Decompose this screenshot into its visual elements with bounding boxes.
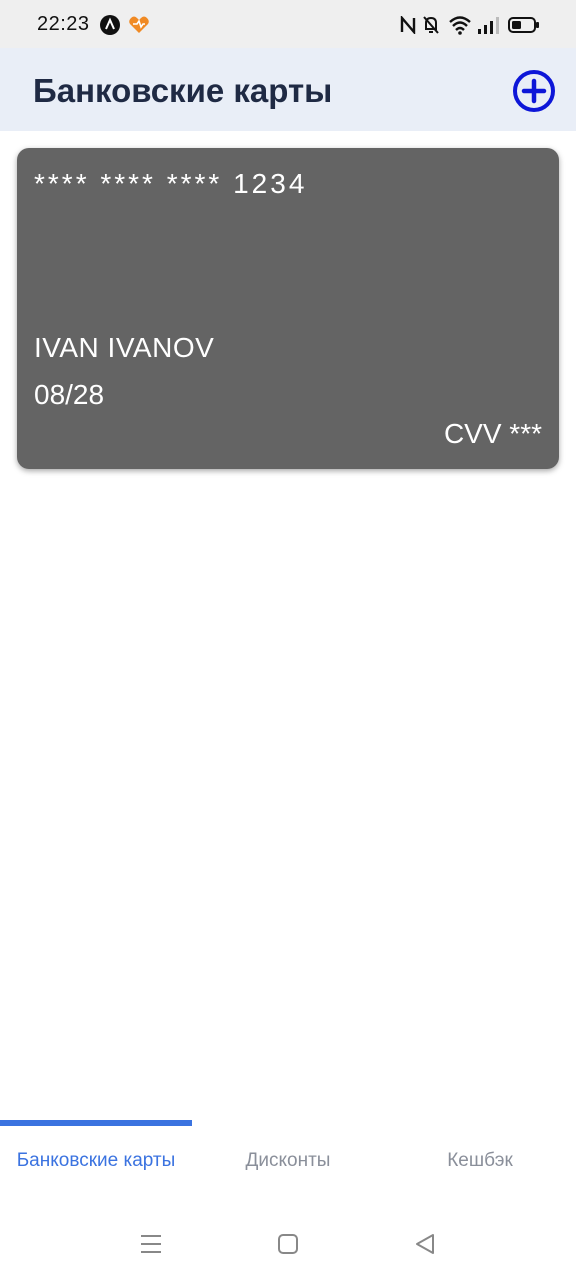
status-bar: 22:23: [0, 0, 576, 48]
system-navigation-bar: [0, 1210, 576, 1280]
tab-discounts[interactable]: Дисконты: [192, 1126, 384, 1196]
bank-card[interactable]: **** **** **** 1234 IVAN IVANOV 08/28 CV…: [17, 148, 559, 469]
card-number: **** **** **** 1234: [34, 168, 308, 199]
signal-icon: [477, 15, 499, 35]
app-a-icon: [100, 15, 120, 35]
add-card-button[interactable]: [510, 67, 558, 115]
card-cvv: CVV ***: [443, 418, 542, 449]
tab-bank-cards[interactable]: Банковские карты: [0, 1126, 192, 1196]
status-time: 22:23: [37, 13, 90, 35]
card-expiry-date: 08/28: [34, 379, 105, 410]
wifi-icon: [448, 15, 472, 35]
screen: 22:23 Банковские карты **** **** **** 12…: [0, 0, 576, 1280]
home-square-icon[interactable]: [274, 1230, 302, 1258]
tab-cashback[interactable]: Кешбэк: [384, 1126, 576, 1196]
page-title: Банковские карты: [33, 72, 333, 109]
heart-app-icon: [128, 15, 150, 35]
app-header: Банковские карты: [0, 48, 576, 131]
back-triangle-icon[interactable]: [411, 1230, 439, 1258]
bell-muted-icon: [422, 15, 440, 35]
nfc-icon: [400, 16, 416, 36]
battery-icon: [508, 16, 540, 36]
menu-icon[interactable]: [137, 1230, 165, 1258]
add-circle-icon: [513, 70, 555, 112]
bottom-tab-bar: Банковские карты Дисконты Кешбэк: [0, 1118, 576, 1198]
card-holder-name: IVAN IVANOV: [34, 332, 215, 363]
